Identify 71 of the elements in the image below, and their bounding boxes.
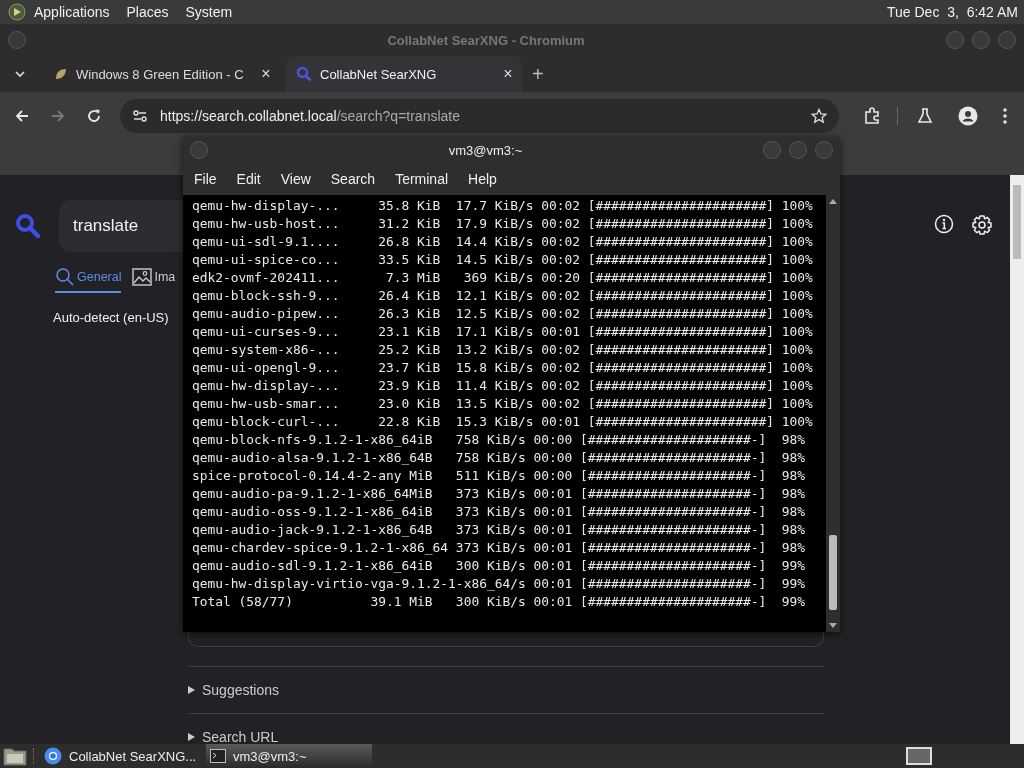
- panel-menu[interactable]: System: [185, 4, 233, 20]
- info-icon[interactable]: [934, 214, 954, 234]
- menu-item[interactable]: Search: [330, 171, 376, 187]
- site-info-icon[interactable]: [132, 108, 148, 124]
- category-tab[interactable]: Ima: [132, 263, 176, 293]
- menu-item[interactable]: Edit: [236, 171, 261, 187]
- app-menu-icon[interactable]: [8, 3, 26, 21]
- tab-close-button[interactable]: ×: [258, 65, 274, 83]
- terminal-line: qemu-ui-spice-co... 33.5 KiB 14.5 KiB/s 00:02 [######################] 100%: [192, 251, 814, 269]
- settings-icon[interactable]: [971, 214, 993, 236]
- search-logo-icon[interactable]: [15, 213, 41, 239]
- panel-menu[interactable]: Applications: [34, 4, 110, 20]
- terminal-line: Total (58/77) 39.1 MiB 300 KiB/s 00:01 [#####################-] 99%: [192, 593, 807, 611]
- terminal-line: qemu-hw-usb-smar... 23.0 KiB 13.5 KiB/s 00:02 [######################] 100%: [192, 395, 814, 413]
- terminal-line: qemu-hw-usb-host... 31.2 KiB 17.9 KiB/s 00:02 [######################] 100%: [192, 215, 814, 233]
- terminal-line: qemu-system-x86-... 25.2 KiB 13.2 KiB/s 00:02 [######################] 100%: [192, 341, 814, 359]
- terminal-icon: [210, 749, 226, 763]
- menu-icon[interactable]: [1002, 107, 1008, 125]
- scrollbar[interactable]: [826, 195, 840, 632]
- menu-item[interactable]: View: [280, 171, 311, 187]
- terminal-line: qemu-audio-pa-9.1.2-1-x86_64MiB 373 KiB/s 00:01 [#####################-] 98%: [192, 485, 807, 503]
- terminal-line: qemu-ui-sdl-9.1.... 26.8 KiB 14.4 KiB/s 00:02 [######################] 100%: [192, 233, 814, 251]
- search-field[interactable]: translate: [59, 200, 183, 252]
- terminal-line: qemu-audio-sdl-9.1.2-1-x86_64iB 300 KiB/s 00:01 [#####################-] 99%: [192, 557, 807, 575]
- section-toggle[interactable]: Suggestions: [188, 666, 824, 713]
- language-selector[interactable]: Auto-detect (en-US): [53, 310, 183, 325]
- tab-close-button[interactable]: ×: [500, 65, 516, 83]
- search-icon: [296, 66, 312, 82]
- bookmark-star-icon[interactable]: [811, 108, 827, 124]
- menu-item[interactable]: Help: [468, 171, 497, 187]
- clock[interactable]: Tue Dec 3, 6:42 AM: [887, 4, 1018, 20]
- new-tab-button[interactable]: +: [532, 62, 544, 86]
- scrollbar[interactable]: [1010, 175, 1024, 744]
- terminal-line: qemu-block-nfs-9.1.2-1-x86_64iB 758 KiB/s 00:00 [#####################-] 98%: [192, 431, 807, 449]
- image-icon: [132, 267, 153, 287]
- reload-icon[interactable]: [86, 108, 102, 124]
- terminal-line: qemu-ui-opengl-9... 23.7 KiB 15.8 KiB/s 00:02 [######################] 100%: [192, 359, 814, 377]
- terminal-line: qemu-audio-oss-9.1.2-1-x86_64iB 373 KiB/s 00:01 [#####################-] 98%: [192, 503, 807, 521]
- extensions-icon[interactable]: [863, 107, 881, 125]
- browser-tab[interactable]: CollabNet SearXNG ×: [286, 56, 522, 92]
- browser-icon: [44, 747, 62, 765]
- category-tab[interactable]: General: [55, 263, 122, 293]
- terminal-line: qemu-audio-pipew... 26.3 KiB 12.5 KiB/s 00:02 [######################] 100%: [192, 305, 814, 323]
- browser-tab[interactable]: Windows 8 Green Edition - C ×: [44, 56, 280, 92]
- terminal-line: qemu-hw-display-... 35.8 KiB 17.7 KiB/s 00:02 [######################] 100%: [192, 197, 814, 215]
- terminal-line: qemu-audio-alsa-9.1.2-1-x86_64B 758 KiB/s 00:00 [#####################-] 98%: [192, 449, 807, 467]
- leaf-icon: [54, 67, 68, 81]
- terminal-line: qemu-chardev-spice-9.1.2-1-x86_64 373 KiB/s 00:01 [#####################-] 98%: [192, 539, 807, 557]
- taskbar-button[interactable]: CollabNet SearXNG...: [40, 744, 206, 768]
- terminal-line: qemu-block-curl-... 22.8 KiB 15.3 KiB/s 00:01 [######################] 100%: [192, 413, 814, 431]
- terminal-line: qemu-hw-display-... 23.9 KiB 11.4 KiB/s 00:02 [######################] 100%: [192, 377, 814, 395]
- taskbar-button[interactable]: vm3@vm3:~: [206, 744, 372, 768]
- panel-menu[interactable]: Places: [126, 4, 169, 20]
- menu-item[interactable]: File: [194, 171, 217, 187]
- terminal-line: qemu-block-ssh-9... 26.4 KiB 12.1 KiB/s 00:02 [######################] 100%: [192, 287, 814, 305]
- terminal-line: edk2-ovmf-202411... 7.3 MiB 369 KiB/s 00:20 [######################] 100%: [192, 269, 814, 287]
- tab-list-icon[interactable]: [14, 68, 26, 80]
- profile-icon[interactable]: [958, 106, 978, 126]
- window-title: CollabNet SearXNG - Chromium: [386, 32, 586, 48]
- address-bar[interactable]: https://search.collabnet.local/search?q=translate: [120, 99, 839, 133]
- window-title: vm3@vm3:~: [447, 142, 524, 158]
- flask-icon[interactable]: [916, 107, 934, 125]
- terminal-line: qemu-ui-curses-9... 23.1 KiB 17.1 KiB/s 00:01 [######################] 100%: [192, 323, 814, 341]
- search-icon: [55, 267, 75, 287]
- folder-icon[interactable]: [3, 746, 27, 766]
- terminal-line: spice-protocol-0.14.4-2-any MiB 511 KiB/s 00:00 [#####################-] 98%: [192, 467, 807, 485]
- terminal-line: qemu-hw-display-virtio-vga-9.1.2-1-x86_64/s 00:01 [#####################-] 99%: [192, 575, 807, 593]
- terminal-line: qemu-audio-jack-9.1.2-1-x86_64B 373 KiB/s 00:01 [#####################-] 98%: [192, 521, 807, 539]
- back-icon[interactable]: [14, 108, 30, 124]
- menu-item[interactable]: Terminal: [395, 171, 449, 187]
- workspace-switcher[interactable]: [906, 747, 932, 765]
